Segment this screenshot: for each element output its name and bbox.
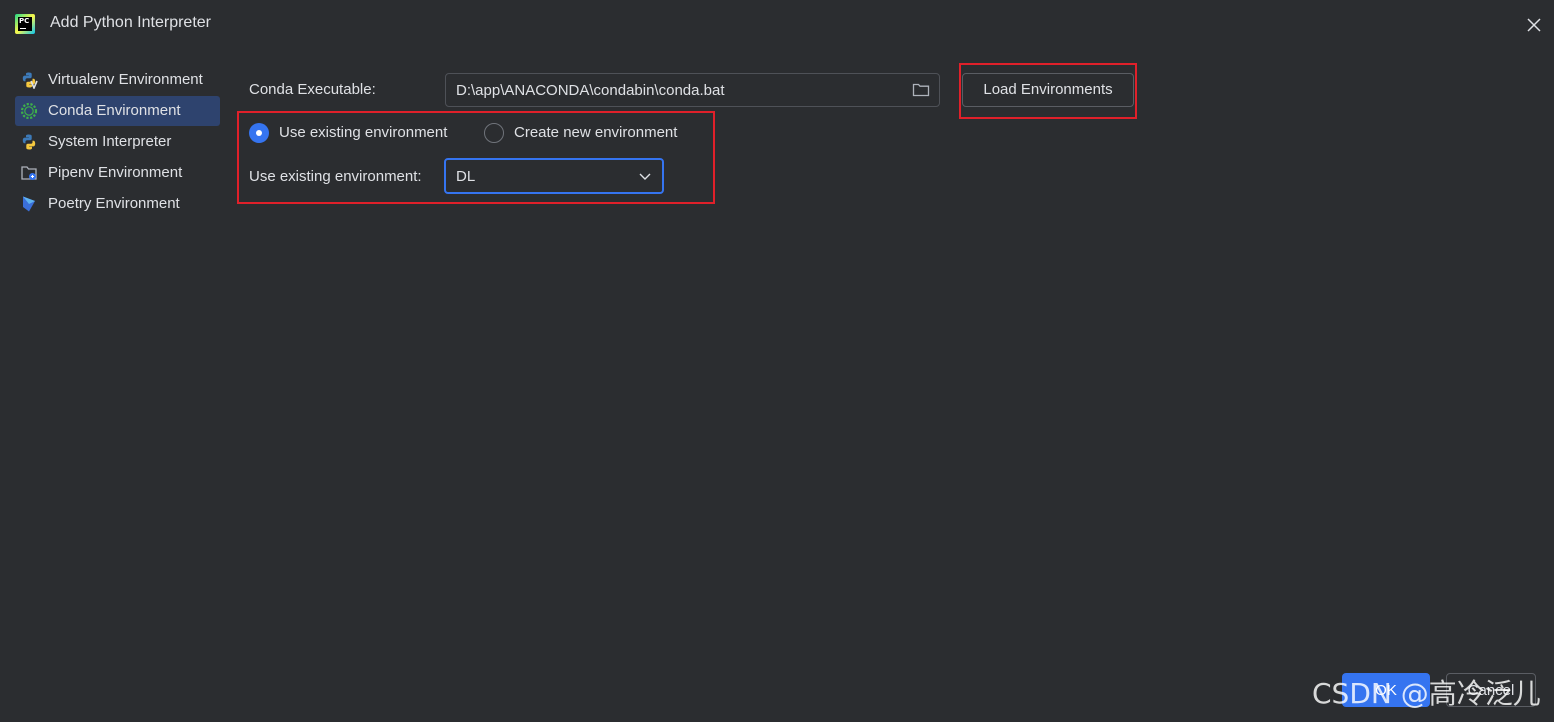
sidebar-item-poetry[interactable]: Poetry Environment [15, 189, 220, 219]
virtualenv-icon [22, 72, 38, 89]
dialog-title: Add Python Interpreter [50, 14, 211, 31]
load-environments-button[interactable]: Load Environments [962, 73, 1134, 107]
radio-use-existing[interactable] [249, 123, 269, 143]
chevron-down-icon [639, 173, 651, 180]
pipenv-icon [21, 166, 37, 180]
sidebar-item-system-interpreter[interactable]: System Interpreter [15, 127, 220, 157]
interpreter-type-list: Virtualenv Environment Conda Environment… [15, 65, 220, 220]
sidebar-item-pipenv[interactable]: Pipenv Environment [15, 158, 220, 188]
conda-executable-field [445, 73, 940, 107]
title-bar: PC Add Python Interpreter [0, 0, 1554, 50]
conda-executable-input[interactable] [456, 80, 896, 100]
ok-button[interactable]: OK [1342, 673, 1430, 707]
sidebar-item-label: Virtualenv Environment [48, 71, 203, 88]
existing-env-select[interactable]: DL [444, 158, 664, 194]
sidebar-item-label: System Interpreter [48, 133, 172, 150]
close-button[interactable] [1522, 13, 1546, 37]
pycharm-logo-icon: PC [15, 14, 35, 34]
sidebar-item-label: Pipenv Environment [48, 164, 183, 181]
cancel-button[interactable]: Cancel [1446, 673, 1536, 707]
radio-create-new[interactable] [484, 123, 504, 143]
conda-executable-label: Conda Executable: [249, 81, 376, 98]
radio-create-new-label: Create new environment [514, 124, 678, 141]
sidebar-item-conda[interactable]: Conda Environment [15, 96, 220, 126]
existing-env-label: Use existing environment: [249, 168, 422, 185]
python-icon [22, 134, 36, 150]
existing-env-value: DL [456, 168, 476, 185]
sidebar-item-label: Conda Environment [48, 102, 181, 119]
close-icon [1527, 18, 1541, 32]
poetry-icon [23, 196, 35, 212]
folder-icon[interactable] [912, 82, 930, 98]
radio-use-existing-label: Use existing environment [279, 124, 448, 141]
sidebar-item-label: Poetry Environment [48, 195, 180, 212]
conda-icon [20, 102, 38, 120]
sidebar-item-virtualenv[interactable]: Virtualenv Environment [15, 65, 220, 95]
